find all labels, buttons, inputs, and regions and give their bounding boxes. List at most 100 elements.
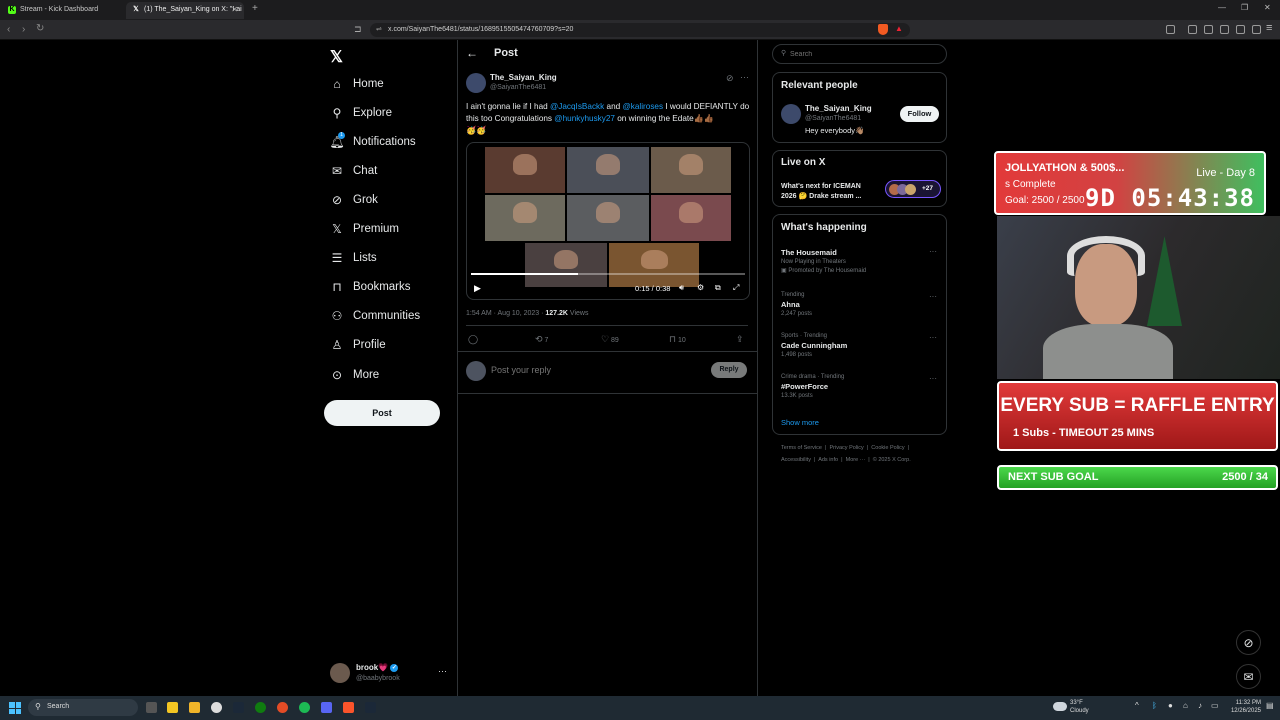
avatar[interactable] [781, 104, 801, 124]
author-avatar[interactable] [466, 73, 486, 93]
volume-icon[interactable]: 🔊︎ [679, 283, 684, 293]
live-space[interactable]: What's next for ICEMAN 2026 🤔 Drake strea… [781, 182, 861, 202]
relevant-name[interactable]: The_Saiyan_King [805, 104, 872, 113]
site-info-icon[interactable]: ⇌ [376, 25, 382, 33]
footer-link[interactable]: Cookie Policy [871, 445, 904, 451]
tab-x-post[interactable]: 𝕏 (1) The_Saiyan_King on X: "I ai ✕ [126, 2, 244, 19]
taskbar-search[interactable]: ⚲ Search [28, 699, 138, 716]
post-button[interactable]: Post [324, 400, 440, 426]
follow-button[interactable]: Follow [900, 106, 939, 122]
tray-chevron-icon[interactable]: ^ [1135, 701, 1139, 710]
nav-chat[interactable]: ✉ Chat [330, 159, 377, 183]
post-timestamp[interactable]: 1:54 AM · Aug 10, 2023 · [466, 310, 545, 317]
bookmark-action[interactable]: ⊓ 10 [669, 334, 686, 345]
bluetooth-icon[interactable]: ᛒ [1152, 701, 1157, 710]
nav-communities[interactable]: ⚇ Communities [330, 304, 421, 328]
trend-more-icon[interactable]: ··· [929, 333, 937, 342]
footer-link[interactable]: Ads info [818, 457, 838, 463]
brave-rewards-icon[interactable]: ▲ [895, 24, 903, 33]
reply-button[interactable]: Reply [711, 362, 747, 378]
x-logo-icon[interactable]: 𝕏 [330, 47, 343, 67]
close-tab-icon[interactable]: ✕ [231, 5, 238, 14]
reply-action-icon[interactable]: ◯ [468, 334, 478, 345]
reply-input[interactable] [491, 363, 691, 377]
nav-notifications[interactable]: 🔔︎ 1 Notifications [329, 130, 416, 154]
menu-icon[interactable]: ≡ [1266, 22, 1272, 34]
fullscreen-icon[interactable]: ⤢ [733, 283, 739, 293]
network-icon[interactable]: ⌂ [1183, 701, 1188, 710]
share-icon[interactable]: ⇪ [736, 334, 744, 345]
vpn-icon[interactable] [1236, 25, 1245, 34]
trend-item[interactable]: Sports · Trending Cade Cunningham 1,498 … [781, 333, 941, 358]
trend-item[interactable]: Trending Ahna 2,247 posts [781, 292, 941, 317]
reload-icon[interactable]: ↻ [36, 23, 44, 34]
close-window-icon[interactable]: ✕ [1264, 3, 1271, 12]
grok-explain-icon[interactable]: ⊘ [726, 73, 734, 84]
reader-icon[interactable] [1204, 25, 1213, 34]
back-arrow-icon[interactable]: ← [466, 46, 478, 60]
search-input[interactable] [790, 48, 940, 60]
weather-widget[interactable]: 33°F Cloudy [1070, 699, 1089, 715]
live-avatars[interactable]: +27 [885, 180, 941, 198]
clock[interactable]: 11:32 PM 12/26/2025 [1225, 699, 1261, 715]
footer-link[interactable]: Terms of Service [781, 445, 822, 451]
pip-icon[interactable]: ⧉ [715, 283, 721, 293]
obs-icon[interactable] [211, 702, 222, 713]
repost-action[interactable]: ⟲ 7 [535, 334, 548, 345]
search-box[interactable]: ⚲ [772, 44, 947, 64]
xbox-icon[interactable] [255, 702, 266, 713]
grok-float-icon[interactable]: ⊘ [1236, 630, 1261, 655]
like-action[interactable]: ♡ 89 [601, 334, 619, 345]
battery-icon[interactable]: ▭ [1211, 701, 1219, 710]
steam-icon-2[interactable] [365, 702, 376, 713]
notification-center-icon[interactable]: ▤ [1266, 701, 1274, 710]
more-options-icon[interactable]: ··· [740, 72, 749, 82]
file-explorer-icon[interactable] [189, 702, 200, 713]
media-icon[interactable] [1188, 25, 1197, 34]
mention-link[interactable]: @kaliroses [622, 102, 663, 111]
trend-more-icon[interactable]: ··· [929, 374, 937, 383]
back-icon[interactable]: ‹ [7, 24, 10, 35]
account-name[interactable]: brook💗 ✓ [356, 663, 399, 672]
trend-item[interactable]: Crime drama · Trending #PowerForce 13.3K… [781, 374, 941, 399]
nav-more[interactable]: ⊙ More [330, 363, 379, 387]
nav-profile[interactable]: ♙ Profile [330, 333, 386, 357]
sidebar-toggle-icon[interactable] [1166, 25, 1175, 34]
widgets-icon[interactable] [167, 702, 178, 713]
mention-link[interactable]: @hunkyhusky27 [554, 114, 615, 123]
avatar[interactable] [330, 663, 350, 683]
author-name[interactable]: The_Saiyan_King [490, 73, 557, 82]
wallet-icon[interactable] [1252, 25, 1261, 34]
nav-bookmarks[interactable]: ⊓ Bookmarks [330, 275, 410, 299]
new-tab-button[interactable]: + [252, 3, 258, 14]
relevant-handle[interactable]: @SaiyanThe6481 [805, 115, 861, 122]
bookmark-page-icon[interactable]: ⊐ [354, 24, 362, 35]
nav-lists[interactable]: ☰ Lists [330, 246, 377, 270]
nav-grok[interactable]: ⊘ Grok [330, 188, 378, 212]
nav-explore[interactable]: ⚲ Explore [330, 101, 392, 125]
brave-icon[interactable] [343, 702, 354, 713]
volume-icon[interactable]: ♪ [1198, 701, 1202, 710]
forward-icon[interactable]: › [22, 24, 25, 35]
mic-icon[interactable]: ● [1168, 701, 1173, 710]
trend-item[interactable]: The Housemaid Now Playing in Theaters ▣ … [781, 248, 941, 274]
windows-start-icon[interactable] [9, 702, 21, 714]
show-more-link[interactable]: Show more [781, 418, 819, 427]
author-handle[interactable]: @SaiyanThe6481 [490, 84, 546, 91]
task-view-icon[interactable] [146, 702, 157, 713]
video-player[interactable]: ▶ 0:15 / 0:38 🔊︎ ⚙ ⧉ ⤢ [466, 142, 750, 300]
maximize-icon[interactable]: ❐ [1241, 3, 1248, 12]
tab-kick-dashboard[interactable]: K Stream - Kick Dashboard [2, 2, 124, 19]
brave-shield-icon[interactable] [878, 24, 888, 35]
footer-link[interactable]: Accessibility [781, 457, 811, 463]
video-progress-track[interactable] [471, 273, 745, 275]
discord-icon[interactable] [321, 702, 332, 713]
settings-icon[interactable]: ⚙ [697, 283, 704, 292]
footer-link[interactable]: More ··· [846, 457, 866, 463]
messages-float-icon[interactable]: ✉ [1236, 664, 1261, 689]
url-field[interactable]: ⇌ x.com/SaiyanThe6481/status/16895155054… [370, 23, 910, 37]
trend-more-icon[interactable]: ··· [929, 292, 937, 301]
chrome-icon[interactable] [277, 702, 288, 713]
account-more-button[interactable]: ··· [438, 666, 447, 676]
steam-icon[interactable] [233, 702, 244, 713]
